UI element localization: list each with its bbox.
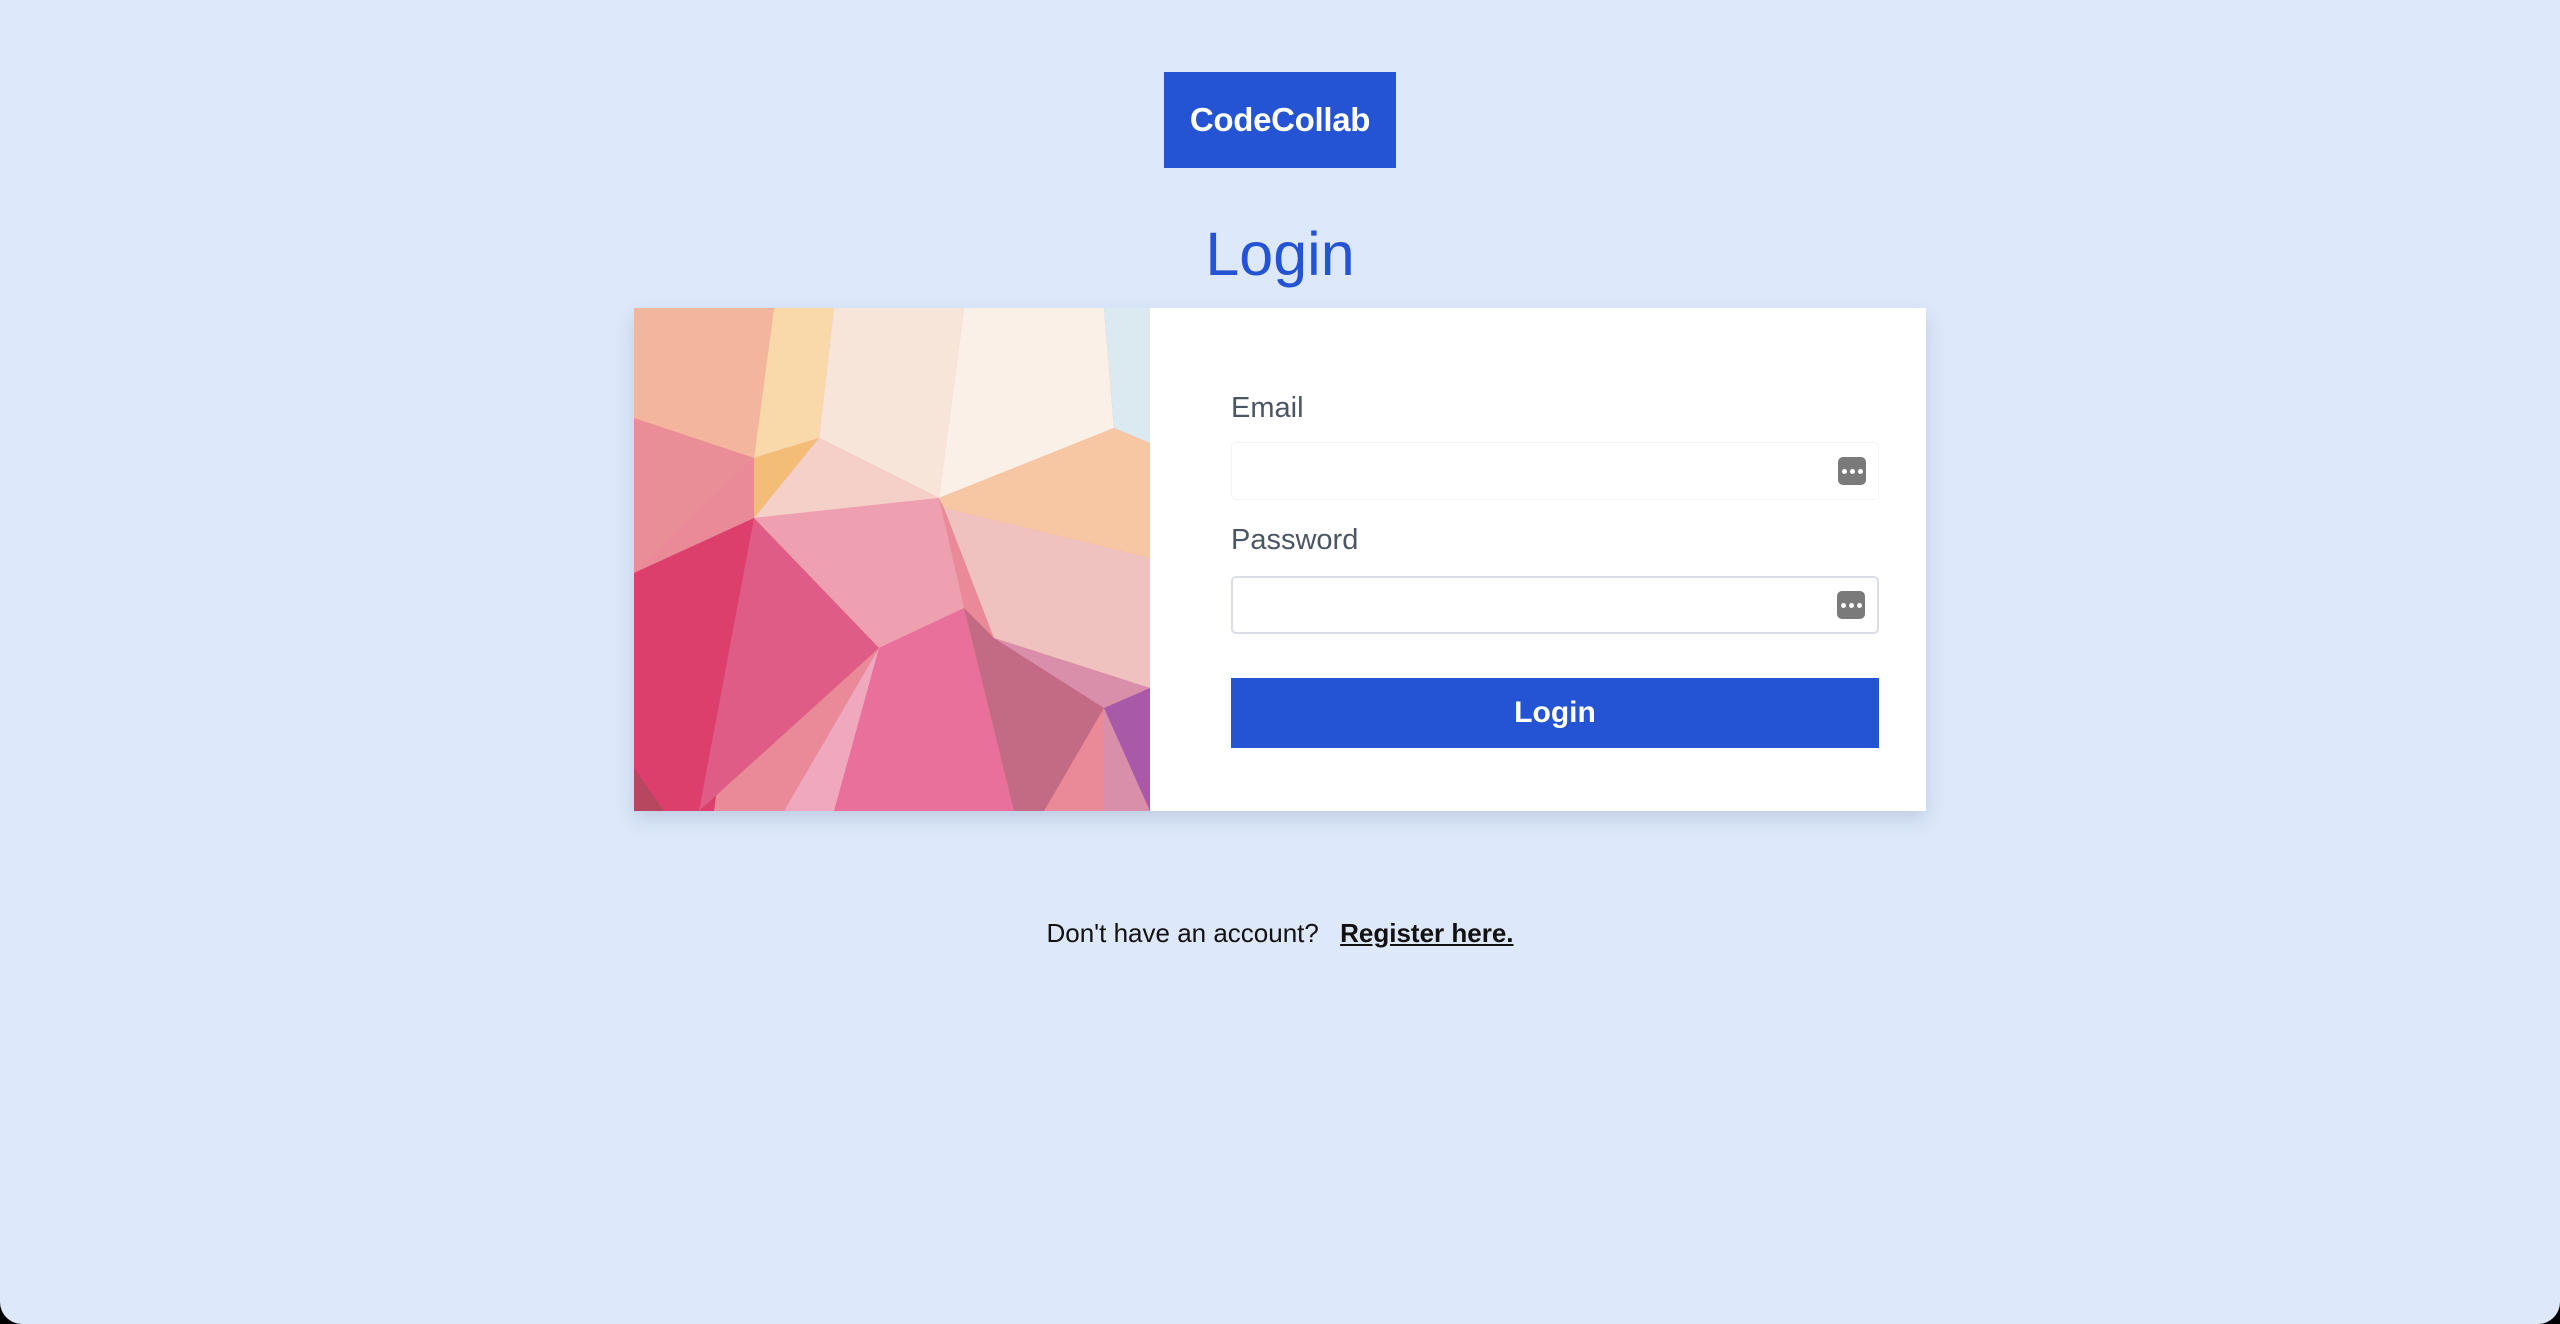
register-prompt-text: Don't have an account? (1046, 918, 1319, 948)
login-page: CodeCollab Login Email Password Login Do… (0, 0, 2560, 1324)
password-manager-icon[interactable] (1837, 591, 1865, 619)
decorative-image (634, 308, 1150, 811)
abstract-polygon-art (634, 308, 1150, 811)
register-link[interactable]: Register here. (1340, 918, 1513, 948)
register-prompt: Don't have an account? Register here. (0, 916, 2560, 950)
password-label: Password (1231, 524, 1359, 556)
page-title: Login (1205, 220, 1355, 288)
brand-name: CodeCollab (1189, 101, 1371, 138)
email-label: Email (1231, 392, 1304, 424)
password-manager-icon[interactable] (1838, 457, 1866, 485)
brand-logo[interactable]: CodeCollab (1164, 72, 1396, 168)
email-input[interactable] (1232, 443, 1878, 499)
login-card: Email Password Login (634, 308, 1926, 811)
password-field-wrapper (1231, 576, 1879, 634)
email-field-wrapper (1231, 442, 1879, 500)
login-form: Email Password Login (1150, 308, 1926, 811)
password-input[interactable] (1233, 578, 1877, 632)
login-button[interactable]: Login (1231, 678, 1879, 748)
